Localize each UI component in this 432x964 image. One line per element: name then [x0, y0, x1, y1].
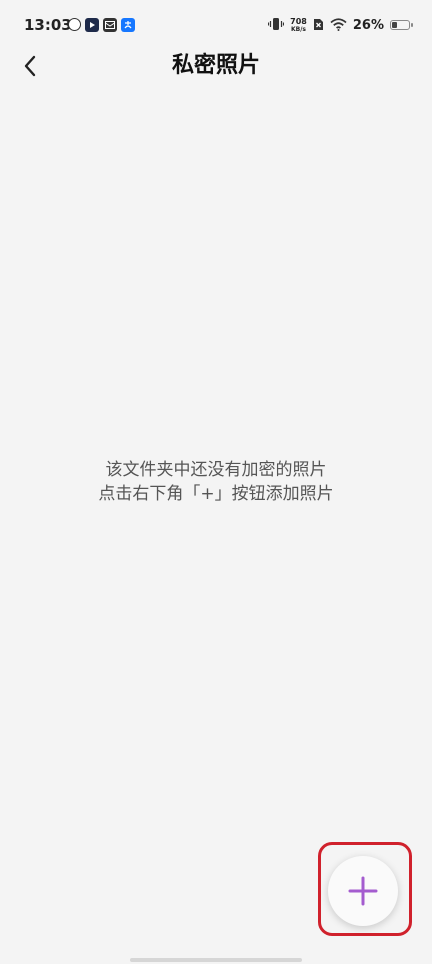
empty-state-line-2: 点击右下角「+」按钮添加照片 — [98, 484, 334, 504]
screen: 13:03 708 KB/s 26% 私密照片 该文件夹中还没有加密的照片 点击… — [0, 0, 432, 964]
net-speed-value: 708 — [290, 16, 307, 26]
battery-icon — [390, 20, 413, 30]
header: 私密照片 — [0, 44, 432, 88]
net-speed: 708 KB/s — [290, 16, 307, 33]
app-notification-icon — [68, 18, 81, 31]
add-photo-button[interactable] — [328, 856, 398, 926]
battery-percent: 26% — [352, 17, 384, 33]
empty-state-message: 该文件夹中还没有加密的照片 点击右下角「+」按钮添加照片 — [0, 458, 432, 506]
status-right: 708 KB/s 26% — [268, 14, 413, 36]
play-app-icon — [85, 18, 99, 32]
page-title: 私密照片 — [171, 53, 260, 78]
empty-state-line-1: 该文件夹中还没有加密的照片 — [105, 460, 327, 480]
status-bar: 13:03 708 KB/s 26% — [0, 0, 432, 50]
battery-fill — [392, 22, 397, 28]
wifi-icon — [330, 16, 347, 35]
mail-app-icon — [103, 18, 117, 32]
alipay-icon — [121, 18, 135, 32]
net-speed-unit: KB/s — [291, 25, 307, 33]
vibrate-icon — [268, 16, 285, 35]
no-sim-icon — [313, 16, 324, 35]
home-indicator — [130, 958, 302, 962]
status-time: 13:03 — [24, 16, 72, 34]
status-app-icons — [68, 18, 135, 32]
plus-icon — [348, 876, 378, 906]
